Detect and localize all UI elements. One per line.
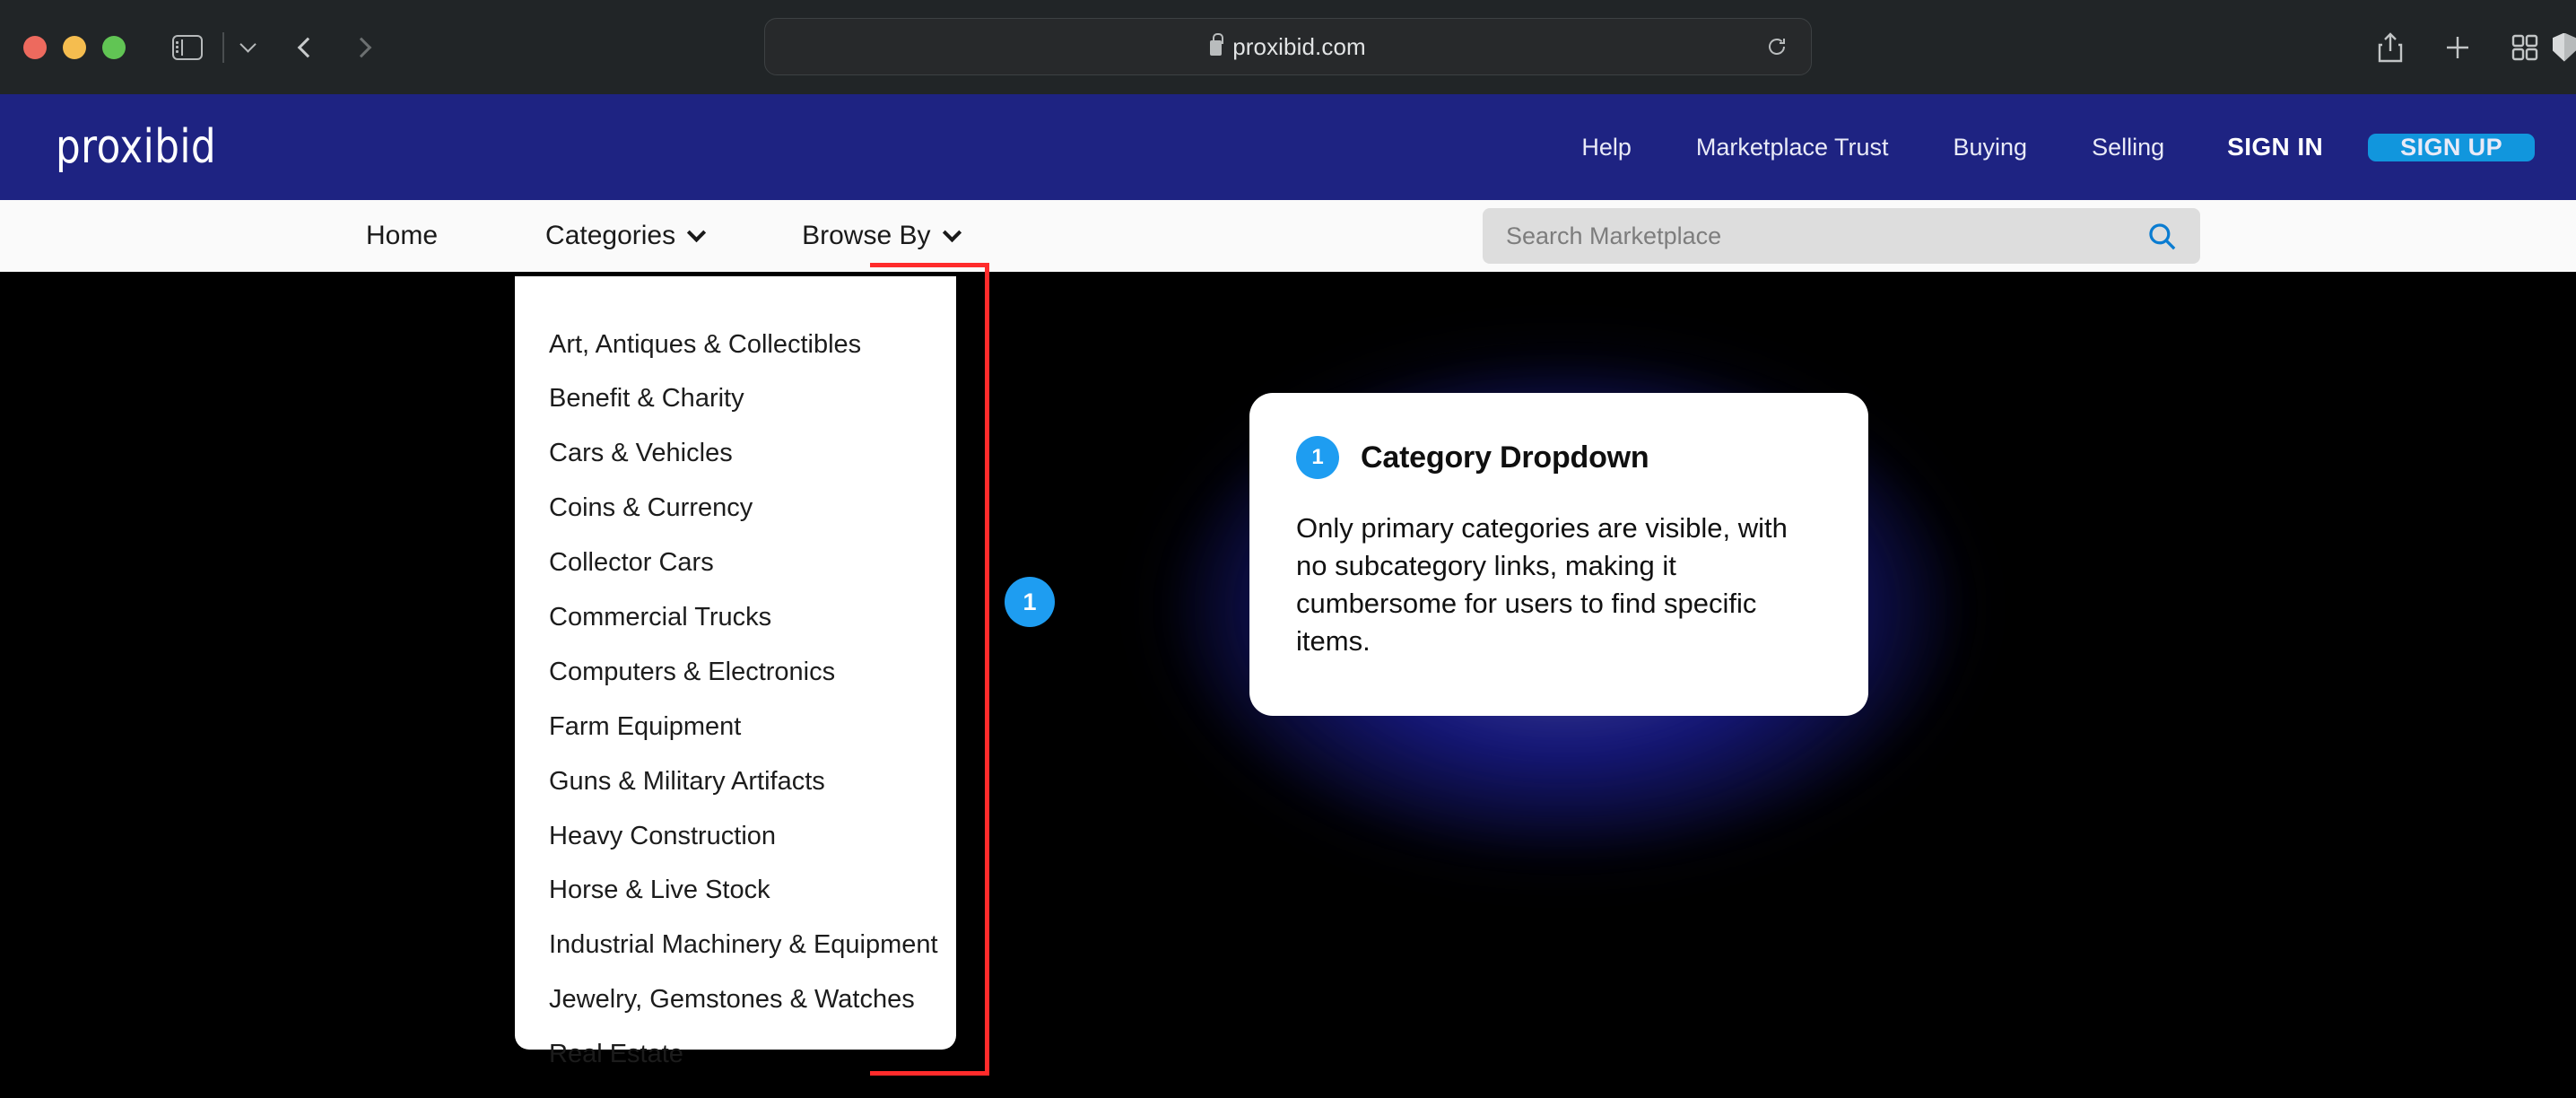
callout-title: Category Dropdown	[1361, 440, 1649, 475]
search-input[interactable]	[1483, 222, 2137, 250]
sub-nav-browse-by-label: Browse By	[802, 221, 931, 250]
minimize-window-button[interactable]	[63, 35, 86, 59]
annotation-callout-card: 1 Category Dropdown Only primary categor…	[1249, 393, 1868, 716]
sub-nav-categories[interactable]: Categories	[545, 221, 707, 251]
category-item-art-antiques-collectibles[interactable]: Art, Antiques & Collectibles	[515, 318, 956, 372]
category-item-benefit-charity[interactable]: Benefit & Charity	[515, 372, 956, 427]
tab-grid-icon[interactable]	[2511, 34, 2538, 61]
sub-nav-browse-by[interactable]: Browse By	[802, 221, 962, 251]
category-item-commercial-trucks[interactable]: Commercial Trucks	[515, 590, 956, 645]
plus-icon[interactable]	[2443, 33, 2472, 62]
category-item-computers-electronics[interactable]: Computers & Electronics	[515, 645, 956, 700]
share-icon[interactable]	[2377, 31, 2404, 63]
category-item-horse-live-stock[interactable]: Horse & Live Stock	[515, 864, 956, 919]
primary-nav: Help Marketplace Trust Buying Selling SI…	[1549, 133, 2576, 161]
category-item-collector-cars[interactable]: Collector Cars	[515, 536, 956, 591]
callout-body-text: Only primary categories are visible, wit…	[1296, 512, 1788, 658]
window-traffic-lights	[23, 35, 126, 59]
forward-arrow-icon[interactable]	[351, 37, 372, 57]
category-item-cars-vehicles[interactable]: Cars & Vehicles	[515, 427, 956, 482]
site-header: proxibid Help Marketplace Trust Buying S…	[0, 94, 2576, 200]
close-window-button[interactable]	[23, 35, 47, 59]
sign-up-button[interactable]: SIGN UP	[2368, 133, 2535, 161]
marketplace-search[interactable]	[1483, 208, 2200, 264]
category-item-heavy-construction[interactable]: Heavy Construction	[515, 809, 956, 864]
nav-link-selling[interactable]: Selling	[2059, 134, 2197, 161]
category-item-jewelry-gemstones-watches[interactable]: Jewelry, Gemstones & Watches	[515, 973, 956, 1028]
sign-in-link[interactable]: SIGN IN	[2197, 133, 2354, 161]
browser-toolbar: proxibid.com	[0, 0, 2576, 94]
sidebar-toggle-button[interactable]	[172, 31, 257, 63]
toolbar-divider	[222, 31, 224, 63]
chevron-down-icon	[687, 222, 707, 242]
annotation-marker-1: 1	[1005, 577, 1055, 627]
callout-header: 1 Category Dropdown	[1296, 436, 1822, 479]
chevron-down-icon	[942, 222, 962, 242]
category-dropdown-panel: Art, Antiques & Collectibles Benefit & C…	[515, 276, 956, 1068]
nav-link-marketplace-trust[interactable]: Marketplace Trust	[1664, 134, 1921, 161]
reload-icon[interactable]	[1766, 36, 1788, 57]
address-bar-url: proxibid.com	[1232, 32, 1366, 60]
category-item-industrial-machinery-equipment[interactable]: Industrial Machinery & Equipment	[515, 919, 956, 973]
sub-nav-categories-label: Categories	[545, 221, 676, 250]
search-button[interactable]	[2137, 221, 2200, 251]
address-bar-content: proxibid.com	[1210, 33, 1366, 61]
sub-nav-home-label: Home	[366, 221, 439, 250]
search-icon	[2149, 223, 2176, 250]
address-bar[interactable]: proxibid.com	[764, 18, 1812, 75]
history-nav	[297, 37, 372, 57]
category-item-coins-currency[interactable]: Coins & Currency	[515, 482, 956, 536]
nav-link-buying[interactable]: Buying	[1921, 134, 2060, 161]
proxibid-logo[interactable]: proxibid	[56, 120, 216, 174]
sub-nav-home[interactable]: Home	[366, 221, 438, 251]
screenshot-root: proxibid.com proxibid Help Marketplace T…	[0, 0, 2576, 1098]
browser-toolbar-right	[2377, 0, 2576, 94]
category-item-farm-equipment[interactable]: Farm Equipment	[515, 700, 956, 754]
lock-icon	[1210, 33, 1223, 56]
callout-number-badge: 1	[1296, 436, 1339, 479]
category-item-guns-military-artifacts[interactable]: Guns & Military Artifacts	[515, 754, 956, 809]
maximize-window-button[interactable]	[102, 35, 126, 59]
sidebar-toggle-icon	[172, 34, 203, 60]
chevron-down-icon[interactable]	[239, 36, 257, 53]
nav-link-help[interactable]: Help	[1549, 134, 1664, 161]
back-arrow-icon[interactable]	[297, 37, 318, 57]
category-item-real-estate[interactable]: Real Estate	[515, 1028, 956, 1083]
